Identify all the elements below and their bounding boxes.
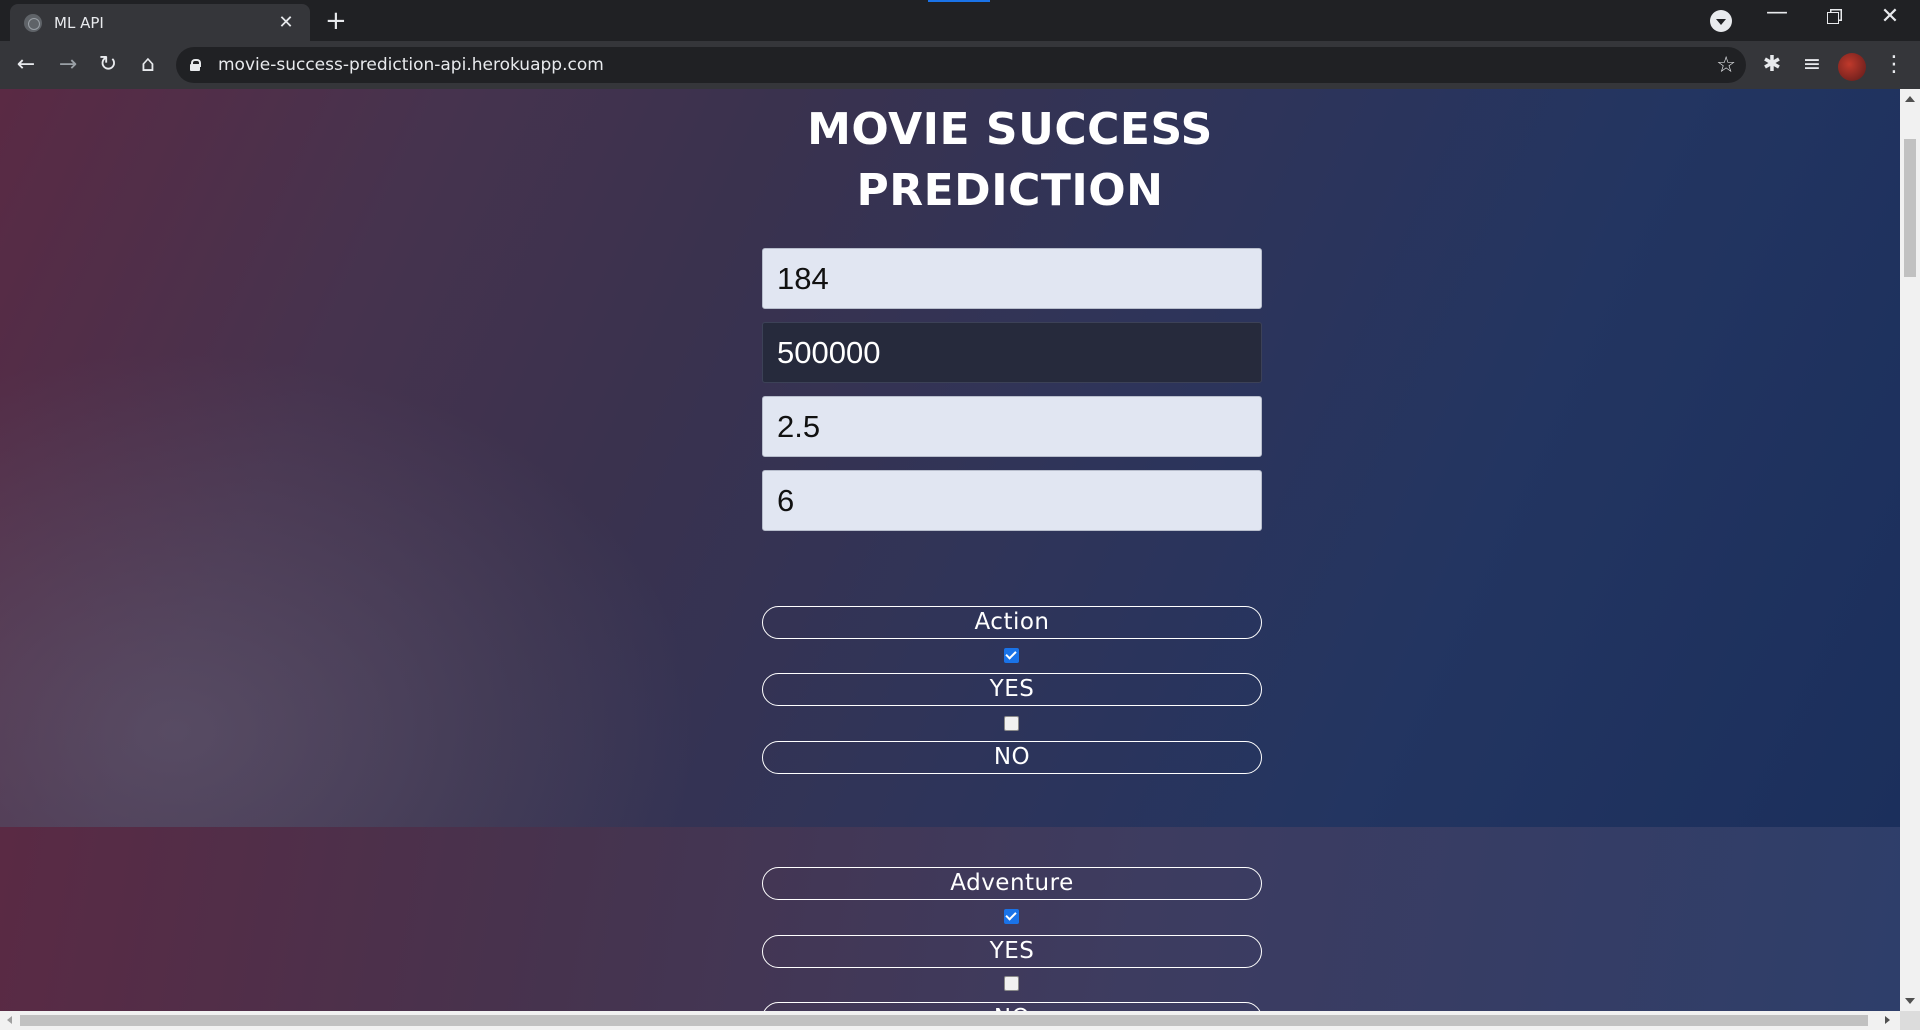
forward-arrow-icon[interactable]: →	[54, 51, 82, 79]
browser-tab-bar: ML API ✕ + — ✕	[0, 0, 1920, 41]
tab-search-icon[interactable]	[1710, 10, 1732, 32]
window-restore-button[interactable]	[1813, 4, 1853, 29]
back-arrow-icon[interactable]: ←	[12, 51, 40, 79]
browser-toolbar: ← → ↻ ⌂ movie-success-prediction-api.her…	[0, 41, 1920, 89]
profile-avatar[interactable]	[1838, 53, 1866, 81]
tab-title: ML API	[54, 13, 104, 32]
genre-label-adventure: Adventure	[762, 867, 1262, 900]
reload-icon[interactable]: ↻	[94, 51, 122, 79]
action-no-option[interactable]: NO	[762, 741, 1262, 774]
vertical-scroll-thumb[interactable]	[1904, 139, 1916, 277]
scrollbar-corner	[1900, 1011, 1920, 1030]
url-text[interactable]: movie-success-prediction-api.herokuapp.c…	[218, 55, 1716, 75]
form-section-adventure	[0, 827, 1900, 1011]
input-field-1[interactable]	[762, 248, 1262, 309]
window-close-button[interactable]: ✕	[1870, 4, 1910, 29]
page-viewport: MOVIE SUCCESS PREDICTION Action YES NO A…	[0, 89, 1900, 1011]
browser-tab[interactable]: ML API ✕	[10, 4, 310, 41]
scroll-left-arrow-icon[interactable]	[7, 1016, 12, 1024]
close-tab-icon[interactable]: ✕	[276, 12, 296, 33]
action-yes-option[interactable]: YES	[762, 673, 1262, 706]
globe-icon	[24, 13, 42, 32]
address-bar[interactable]: movie-success-prediction-api.herokuapp.c…	[176, 47, 1746, 83]
scroll-down-arrow-icon[interactable]	[1905, 998, 1915, 1004]
scroll-right-arrow-icon[interactable]	[1885, 1016, 1890, 1024]
genre-label-action: Action	[762, 606, 1262, 639]
kebab-menu-icon[interactable]: ⋮	[1880, 51, 1908, 79]
extensions-puzzle-icon[interactable]: ✱	[1758, 51, 1786, 79]
scroll-up-arrow-icon[interactable]	[1905, 96, 1915, 102]
adventure-yes-checkbox[interactable]	[1004, 909, 1019, 924]
media-control-icon[interactable]: ≡	[1798, 51, 1826, 79]
adventure-no-checkbox[interactable]	[1004, 976, 1019, 991]
action-yes-checkbox[interactable]	[1004, 648, 1019, 663]
input-field-2[interactable]	[762, 322, 1262, 383]
vertical-scrollbar[interactable]	[1900, 89, 1920, 1011]
bookmark-star-icon[interactable]: ☆	[1716, 53, 1736, 78]
page-title: MOVIE SUCCESS PREDICTION	[807, 104, 1213, 216]
new-tab-button[interactable]: +	[325, 8, 347, 34]
action-no-checkbox[interactable]	[1004, 716, 1019, 731]
horizontal-scroll-thumb[interactable]	[20, 1015, 1868, 1026]
lock-icon[interactable]	[190, 59, 201, 71]
window-minimize-button[interactable]: —	[1757, 0, 1797, 25]
form-section-main: MOVIE SUCCESS PREDICTION Action YES NO	[0, 89, 1900, 827]
input-field-4[interactable]	[762, 470, 1262, 531]
tab-strip-accent	[928, 0, 990, 2]
input-field-3[interactable]	[762, 396, 1262, 457]
horizontal-scrollbar[interactable]	[0, 1011, 1920, 1030]
adventure-yes-option[interactable]: YES	[762, 935, 1262, 968]
adventure-no-option[interactable]: NO	[762, 1002, 1262, 1011]
restore-icon	[1827, 12, 1839, 24]
home-icon[interactable]: ⌂	[134, 51, 162, 79]
